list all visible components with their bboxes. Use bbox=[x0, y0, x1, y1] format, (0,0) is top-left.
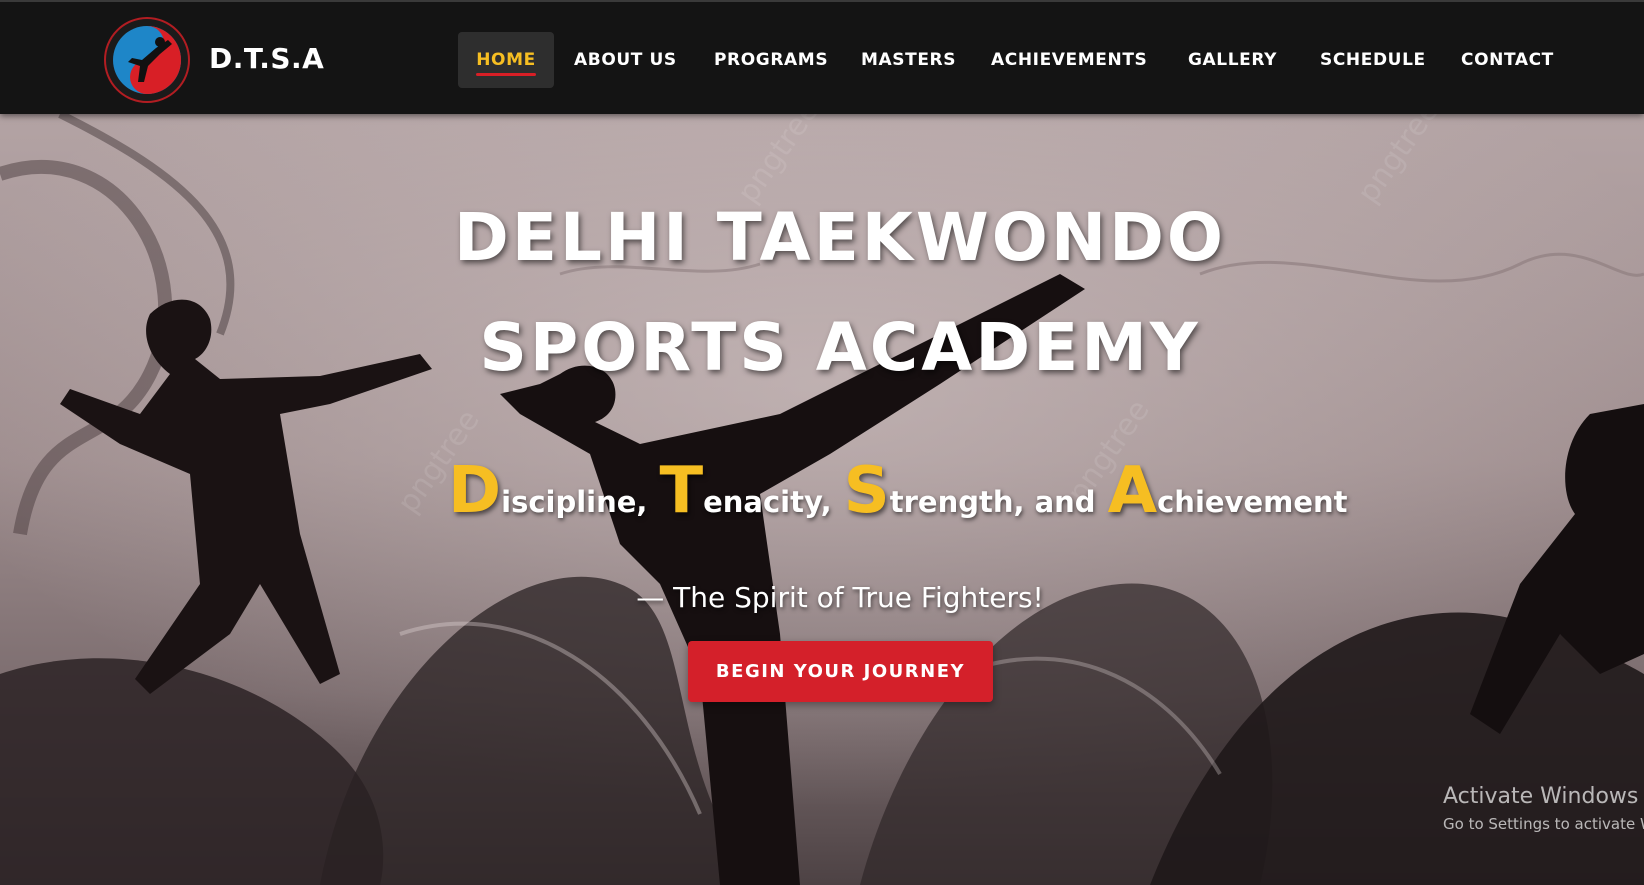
motto-word-strength: trength, and bbox=[889, 485, 1096, 519]
hero-tagline: — The Spirit of True Fighters! bbox=[636, 581, 1044, 614]
motto-word-discipline: iscipline, bbox=[501, 485, 648, 519]
hero-title-line2: SPORTS ACADEMY bbox=[479, 309, 1201, 386]
brand-name[interactable]: D.T.S.A bbox=[209, 42, 324, 75]
hero-motto: Discipline, Tenacity, Strength, and Achieve… bbox=[448, 454, 1360, 528]
motto-word-tenacity: enacity, bbox=[703, 485, 832, 519]
nav-about-us[interactable]: ABOUT US bbox=[574, 32, 677, 88]
begin-journey-button[interactable]: BEGIN YOUR JOURNEY bbox=[688, 641, 993, 702]
nav-home-label: HOME bbox=[476, 50, 536, 70]
taekwondo-kick-logo-icon[interactable] bbox=[102, 16, 192, 104]
hero-section: pngtree pngtree pngtree pngtree DELHI TA… bbox=[0, 114, 1644, 885]
motto-cap-a: A bbox=[1107, 454, 1158, 528]
windows-watermark-line2: Go to Settings to activate Windows. bbox=[1443, 815, 1644, 833]
nav-achievements[interactable]: ACHIEVEMENTS bbox=[991, 32, 1147, 88]
active-indicator bbox=[476, 73, 536, 76]
motto-cap-s: S bbox=[843, 454, 890, 528]
windows-watermark-line1: Activate Windows bbox=[1443, 784, 1639, 809]
nav-schedule[interactable]: SCHEDULE bbox=[1320, 32, 1426, 88]
motto-word-achievement: chievement bbox=[1157, 485, 1348, 519]
nav-programs[interactable]: PROGRAMS bbox=[714, 32, 828, 88]
nav-masters[interactable]: MASTERS bbox=[861, 32, 956, 88]
motto-cap-t: T bbox=[659, 454, 704, 528]
motto-cap-d: D bbox=[448, 454, 502, 528]
nav-gallery[interactable]: GALLERY bbox=[1188, 32, 1277, 88]
hero-title-line1: DELHI TAEKWONDO bbox=[454, 199, 1226, 276]
nav-contact[interactable]: CONTACT bbox=[1461, 32, 1554, 88]
top-navbar: D.T.S.A HOME ABOUT US PROGRAMS MASTERS A… bbox=[0, 0, 1644, 114]
nav-home[interactable]: HOME bbox=[458, 32, 554, 88]
windows-activation-watermark: Activate Windows Go to Settings to activ… bbox=[1443, 784, 1644, 833]
